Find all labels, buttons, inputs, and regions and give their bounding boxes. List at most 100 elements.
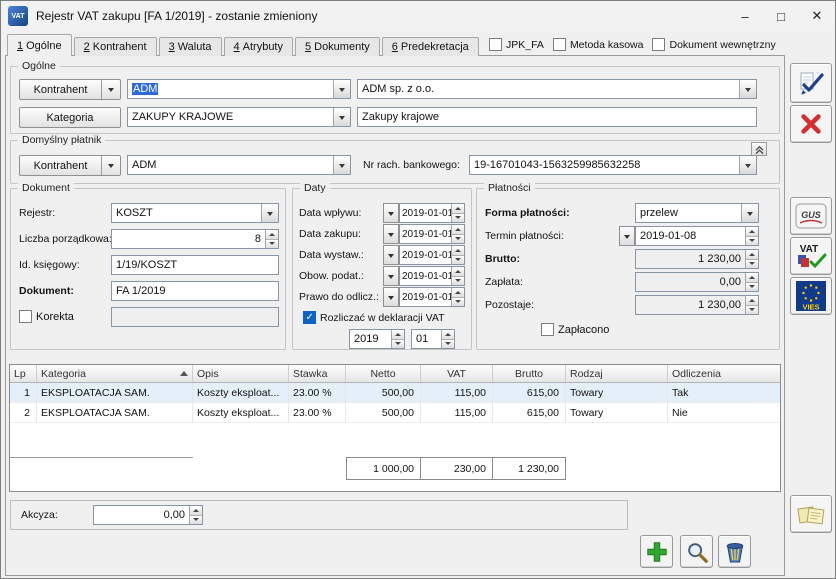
platnik-code-combo[interactable]: ADM (127, 155, 351, 175)
prawo-do-odliczenia-field[interactable]: 2019-01-01 (399, 287, 465, 307)
edit-position-button[interactable] (680, 535, 713, 568)
column-header-netto[interactable]: Netto (346, 365, 421, 382)
spinner[interactable] (451, 267, 464, 285)
bank-account-combo[interactable]: 19-16701043-1563259985632258 (469, 155, 757, 175)
obowiazek-podatkowy-field[interactable]: 2019-01-01 (399, 266, 465, 286)
spin-down-icon[interactable] (746, 237, 758, 246)
spin-down-icon[interactable] (392, 340, 404, 349)
vat-status-button[interactable]: VAT (790, 237, 832, 275)
dokument-wewnetrzny-checkbox[interactable] (652, 38, 665, 51)
delete-position-button[interactable] (718, 535, 751, 568)
dokument-number-field[interactable]: FA 1/2019 (111, 281, 279, 301)
calendar-dropdown-button[interactable] (383, 245, 399, 265)
spinner[interactable] (441, 330, 454, 348)
spin-down-icon[interactable] (442, 340, 454, 349)
spinner[interactable] (189, 506, 202, 524)
spin-down-icon[interactable] (452, 256, 464, 265)
spin-up-icon[interactable] (452, 267, 464, 277)
spin-down-icon[interactable] (190, 516, 202, 525)
spin-down-icon[interactable] (266, 240, 278, 249)
spin-up-icon[interactable] (442, 330, 454, 340)
id-ksiegowy-field[interactable]: 1/19/KOSZT (111, 255, 279, 275)
metoda-kasowa-checkbox[interactable] (553, 38, 566, 51)
spin-up-icon[interactable] (452, 288, 464, 298)
spinner[interactable] (391, 330, 404, 348)
calendar-dropdown-button[interactable] (383, 224, 399, 244)
column-header-rodzaj[interactable]: Rodzaj (566, 365, 668, 382)
table-row[interactable]: 1 EKSPLOATACJA SAM. Koszty eksploat... 2… (10, 383, 780, 403)
cancel-button[interactable] (790, 105, 832, 143)
dropdown-arrow-icon[interactable] (739, 156, 756, 174)
kategoria-code-combo[interactable]: ZAKUPY KRAJOWE (127, 107, 351, 127)
maximize-button[interactable]: □ (763, 1, 799, 31)
notes-button[interactable] (790, 495, 832, 533)
spin-down-icon[interactable] (452, 235, 464, 244)
tab-dokumenty[interactable]: 5 Dokumenty (295, 37, 380, 56)
spinner[interactable] (451, 288, 464, 306)
close-button[interactable]: ✕ (799, 1, 835, 31)
dropdown-arrow-icon[interactable] (739, 80, 756, 98)
data-wystawienia-field[interactable]: 2019-01-01 (399, 245, 465, 265)
spin-up-icon[interactable] (266, 230, 278, 240)
spin-up-icon[interactable] (190, 506, 202, 516)
dropdown-arrow-icon[interactable] (333, 156, 350, 174)
calendar-dropdown-button[interactable] (383, 287, 399, 307)
spin-down-icon[interactable] (452, 277, 464, 286)
minimize-button[interactable]: – (727, 1, 763, 31)
data-wplywu-field[interactable]: 2019-01-01 (399, 203, 465, 223)
kategoria-button[interactable]: Kategoria (19, 107, 121, 128)
platnik-kontrahent-dropdown-icon[interactable] (101, 156, 120, 175)
spin-up-icon[interactable] (452, 246, 464, 256)
forma-platnosci-combo[interactable]: przelew (635, 203, 759, 223)
rejestr-combo[interactable]: KOSZT (111, 203, 279, 223)
korekta-checkbox[interactable] (19, 310, 32, 323)
kategoria-opis-field[interactable]: Zakupy krajowe (357, 107, 757, 127)
zaplacono-checkbox[interactable] (541, 323, 554, 336)
column-header-vat[interactable]: VAT (421, 365, 493, 382)
spin-down-icon[interactable] (452, 214, 464, 223)
collapse-section-button[interactable] (751, 142, 767, 156)
spinner[interactable] (745, 227, 758, 245)
spin-up-icon[interactable] (746, 227, 758, 237)
dropdown-arrow-icon[interactable] (261, 204, 278, 222)
kontrahent-button[interactable]: Kontrahent (19, 79, 121, 100)
kontrahent-dropdown-icon[interactable] (101, 80, 120, 99)
spin-down-icon[interactable] (452, 298, 464, 307)
tab-ogolne[interactable]: 1 Ogólne (7, 34, 72, 56)
tab-waluta[interactable]: 3 Waluta (159, 37, 222, 56)
calendar-dropdown-button[interactable] (619, 226, 635, 246)
spin-up-icon[interactable] (452, 225, 464, 235)
calendar-dropdown-button[interactable] (383, 203, 399, 223)
tab-atrybuty[interactable]: 4 Atrybuty (224, 37, 293, 56)
column-header-kategoria[interactable]: Kategoria (37, 365, 193, 382)
spinner[interactable] (451, 225, 464, 243)
data-zakupu-field[interactable]: 2019-01-01 (399, 224, 465, 244)
add-position-button[interactable] (640, 535, 673, 568)
spinner[interactable] (265, 230, 278, 248)
kontrahent-code-combo[interactable]: ADM (127, 79, 351, 99)
save-button[interactable] (790, 63, 832, 103)
deklaracja-miesiac-field[interactable]: 01 (411, 329, 455, 349)
spin-up-icon[interactable] (452, 204, 464, 214)
dropdown-arrow-icon[interactable] (333, 108, 350, 126)
kontrahent-name-combo[interactable]: ADM sp. z o.o. (357, 79, 757, 99)
jpk-fa-checkbox[interactable] (489, 38, 502, 51)
akcyza-field[interactable]: 0,00 (93, 505, 203, 525)
spin-up-icon[interactable] (392, 330, 404, 340)
tab-kontrahent[interactable]: 2 Kontrahent (74, 37, 157, 56)
vies-button[interactable]: VIES (790, 277, 832, 315)
rozliczac-vat-checkbox[interactable] (303, 311, 316, 324)
liczba-porzadkowa-field[interactable]: 8 (111, 229, 279, 249)
column-header-opis[interactable]: Opis (193, 365, 289, 382)
tab-predekretacja[interactable]: 6 Predekretacja (382, 37, 479, 56)
column-header-brutto[interactable]: Brutto (493, 365, 566, 382)
spinner[interactable] (451, 246, 464, 264)
spinner[interactable] (451, 204, 464, 222)
dropdown-arrow-icon[interactable] (741, 204, 758, 222)
column-header-stawka[interactable]: Stawka (289, 365, 346, 382)
gus-button[interactable]: GUS (790, 197, 832, 235)
platnik-kontrahent-button[interactable]: Kontrahent (19, 155, 121, 176)
dropdown-arrow-icon[interactable] (333, 80, 350, 98)
deklaracja-rok-field[interactable]: 2019 (349, 329, 405, 349)
table-row[interactable]: 2 EKSPLOATACJA SAM. Koszty eksploat... 2… (10, 403, 780, 423)
